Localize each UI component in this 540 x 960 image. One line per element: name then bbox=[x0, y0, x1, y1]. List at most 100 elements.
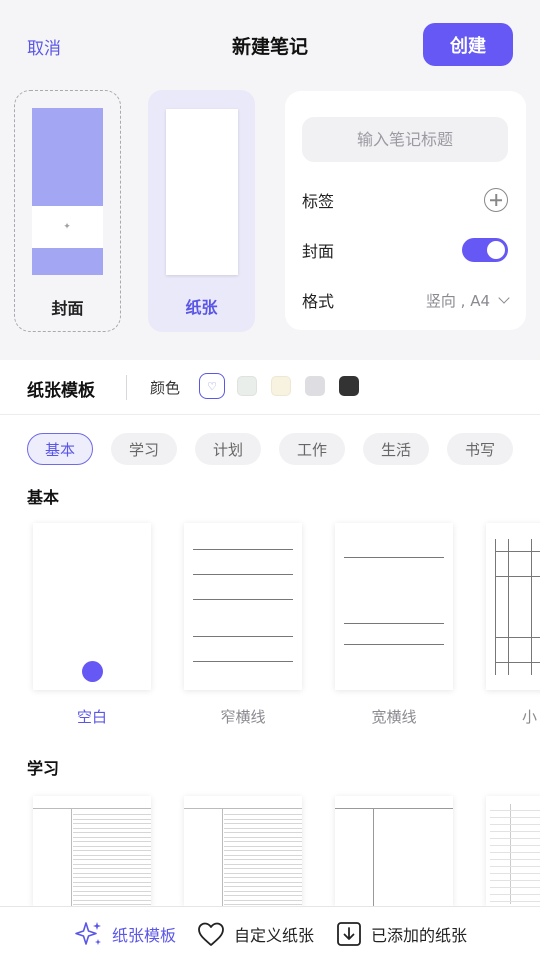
margin-line bbox=[222, 808, 223, 906]
ruled-line bbox=[490, 859, 540, 860]
grid-line bbox=[531, 539, 532, 675]
paper-template-study-4[interactable] bbox=[486, 796, 540, 906]
color-swatch-black[interactable] bbox=[339, 376, 359, 396]
section-title-basic: 基本 bbox=[27, 488, 60, 507]
paper-name-blank: 空白 bbox=[76, 708, 107, 726]
ruled-line bbox=[193, 661, 293, 662]
cover-toggle[interactable] bbox=[462, 238, 508, 262]
download-box-icon bbox=[337, 922, 361, 946]
ruled-line bbox=[224, 868, 302, 869]
paper-template-grid[interactable] bbox=[486, 523, 540, 690]
ruled-line bbox=[224, 886, 302, 887]
ruled-line bbox=[490, 866, 540, 867]
color-swatch-gray[interactable] bbox=[305, 376, 325, 396]
ruled-line bbox=[73, 832, 151, 833]
ruled-line bbox=[193, 599, 293, 600]
color-label: 颜色 bbox=[150, 379, 181, 397]
section-title-study: 学习 bbox=[27, 759, 60, 778]
category-tab-plan[interactable]: 计划 bbox=[195, 433, 261, 465]
paper-preview bbox=[166, 109, 238, 275]
margin-line bbox=[373, 808, 374, 906]
paper-template-wide-lines[interactable] bbox=[335, 523, 453, 690]
tags-label: 标签 bbox=[302, 192, 335, 211]
ruled-line bbox=[73, 850, 151, 851]
ruled-line bbox=[490, 845, 540, 846]
paper-template-narrow-lines[interactable] bbox=[184, 523, 302, 690]
chevron-down-icon bbox=[498, 291, 510, 304]
category-tab-work[interactable]: 工作 bbox=[279, 433, 345, 465]
cover-label-band: ✦ bbox=[32, 206, 103, 248]
ruled-line bbox=[344, 623, 444, 624]
ruled-line bbox=[73, 899, 151, 901]
ruled-line bbox=[224, 877, 302, 878]
format-value: 竖向 , A4 bbox=[425, 291, 490, 310]
ruled-line bbox=[224, 814, 302, 815]
ruled-line bbox=[73, 868, 151, 869]
ruled-line bbox=[224, 859, 302, 860]
ruled-line bbox=[73, 845, 151, 847]
ruled-line bbox=[224, 827, 302, 829]
ruled-line bbox=[73, 854, 151, 856]
tab-custom-paper[interactable]: 自定义纸张 bbox=[196, 919, 314, 949]
header-line bbox=[33, 808, 151, 809]
divider bbox=[126, 375, 127, 400]
ruled-line bbox=[224, 872, 302, 874]
paper-template-blank[interactable] bbox=[33, 523, 151, 690]
color-swatch-white[interactable]: ♡ bbox=[199, 373, 225, 399]
color-swatch-cream[interactable] bbox=[271, 376, 291, 396]
ruled-line bbox=[224, 832, 302, 833]
paper-template-study-3[interactable] bbox=[335, 796, 453, 906]
tab-label: 纸张模板 bbox=[112, 926, 177, 945]
ruled-line bbox=[73, 823, 151, 824]
paper-template-study-2[interactable] bbox=[184, 796, 302, 906]
ruled-line bbox=[224, 841, 302, 842]
grid-line bbox=[495, 539, 496, 675]
ruled-line bbox=[73, 827, 151, 829]
ruled-line bbox=[73, 814, 151, 815]
note-title-input[interactable] bbox=[302, 117, 508, 162]
bottom-tab-bar: 纸张模板 自定义纸张 已添加的纸张 bbox=[0, 906, 540, 960]
category-tab-basic[interactable]: 基本 bbox=[27, 433, 93, 465]
ruled-line bbox=[73, 890, 151, 892]
ruled-line bbox=[193, 549, 293, 550]
ruled-line bbox=[73, 877, 151, 878]
paper-template-study-1[interactable] bbox=[33, 796, 151, 906]
color-swatch-mint[interactable] bbox=[237, 376, 257, 396]
ruled-line bbox=[224, 818, 302, 820]
format-select[interactable]: 竖向 , A4 bbox=[425, 290, 510, 311]
ruled-line bbox=[490, 880, 540, 881]
header-line bbox=[184, 808, 302, 809]
grid-line bbox=[495, 576, 540, 577]
ruled-line bbox=[344, 557, 444, 558]
format-row: 格式 竖向 , A4 bbox=[302, 285, 510, 315]
format-label: 格式 bbox=[302, 292, 335, 311]
paper-option[interactable]: 纸张 bbox=[148, 90, 255, 332]
create-button[interactable]: 创建 bbox=[423, 23, 513, 66]
ruled-line bbox=[224, 854, 302, 856]
tab-added-papers[interactable]: 已添加的纸张 bbox=[335, 919, 467, 949]
ruled-line bbox=[73, 886, 151, 887]
category-tab-writing[interactable]: 书写 bbox=[447, 433, 513, 465]
ruled-line bbox=[224, 863, 302, 865]
ruled-line bbox=[73, 841, 151, 842]
column-line bbox=[510, 804, 511, 904]
ruled-line bbox=[490, 894, 540, 895]
tab-label: 已添加的纸张 bbox=[371, 926, 468, 945]
ruled-line bbox=[224, 881, 302, 883]
add-tag-icon[interactable] bbox=[484, 188, 508, 212]
ruled-line bbox=[73, 872, 151, 874]
ruled-line bbox=[73, 895, 151, 896]
cover-option[interactable]: ✦ 封面 bbox=[14, 90, 121, 332]
ruled-line bbox=[490, 901, 540, 902]
paper-name-narrow-lines: 窄横线 bbox=[220, 708, 266, 726]
tab-paper-templates[interactable]: 纸张模板 bbox=[74, 919, 176, 949]
tags-row: 标签 bbox=[302, 185, 508, 215]
category-tab-study[interactable]: 学习 bbox=[111, 433, 177, 465]
ruled-line bbox=[224, 836, 302, 838]
heart-icon: ♡ bbox=[207, 379, 217, 393]
ruled-line bbox=[73, 863, 151, 865]
toggle-knob bbox=[487, 241, 505, 259]
category-tab-life[interactable]: 生活 bbox=[363, 433, 429, 465]
ruled-line bbox=[224, 845, 302, 847]
ruled-line bbox=[73, 859, 151, 860]
